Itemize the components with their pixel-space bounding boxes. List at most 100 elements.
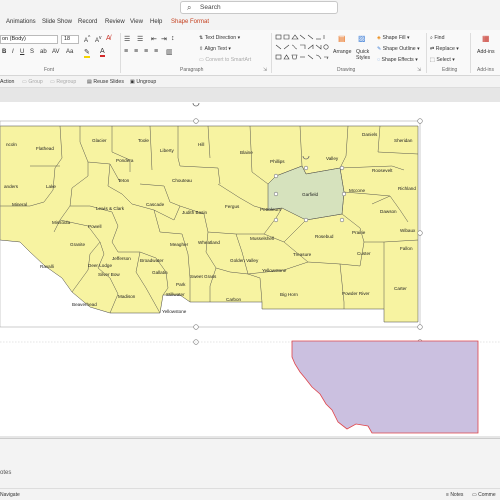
group-label-drawing: Drawing <box>337 67 356 73</box>
decrease-indent-icon[interactable]: ⇤ <box>151 35 157 43</box>
shapes-gallery[interactable] <box>274 33 332 65</box>
county-label: Blaine <box>240 150 253 155</box>
county-label: Garfield <box>302 192 319 197</box>
tab-animations[interactable]: Animations <box>6 19 36 25</box>
group-label-editing: Editing <box>442 67 458 73</box>
county-label: Silver Bow <box>98 272 120 277</box>
columns-icon[interactable]: ▥ <box>166 48 173 56</box>
group-label-paragraph: Paragraph <box>180 67 204 73</box>
county-label: Rosebud <box>315 234 334 239</box>
slide-canvas: .c{stroke:#444;stroke-width:0.5;} <box>0 88 500 438</box>
font-size-box[interactable]: 18 <box>61 35 79 44</box>
tab-shape-format[interactable]: Shape Format <box>171 19 209 25</box>
clear-format-icon[interactable]: A̸ <box>106 35 111 42</box>
county-label: Cascade <box>146 202 165 207</box>
select-button[interactable]: ⬚ Select ▾ <box>430 57 455 63</box>
county-label: Broadwater <box>140 258 164 263</box>
line-spacing-icon[interactable]: ↕ <box>171 35 175 42</box>
align-text-button[interactable]: ⇳ Align Text ▾ <box>199 46 231 52</box>
increase-indent-icon[interactable]: ⇥ <box>161 35 167 43</box>
shape-outline-label: Shape Outline <box>382 46 416 52</box>
county-label: Pondera <box>116 158 134 163</box>
bullets-icon[interactable]: ☰ <box>124 35 130 43</box>
replace-label: Replace <box>435 46 455 52</box>
quick-styles-icon: ▨ <box>358 34 366 43</box>
find-button[interactable]: ⌕ Find <box>430 35 444 42</box>
county-label: Chouteau <box>172 178 192 183</box>
comments-button-label: Comme <box>478 492 496 498</box>
county-label: Jefferson <box>112 256 131 261</box>
divider <box>426 33 427 73</box>
regroup-button[interactable]: ▭ Regroup <box>50 79 76 85</box>
align-left-icon[interactable]: ≡ <box>124 48 128 55</box>
county-label: Golden Valley <box>230 258 259 263</box>
montana-map[interactable]: .c{stroke:#444;stroke-width:0.5;} ncolnF… <box>0 102 500 436</box>
county-label: Flathead <box>36 146 54 151</box>
county-label: Hill <box>198 142 204 147</box>
reuse-slides-button[interactable]: ▤ Reuse Slides <box>87 79 124 85</box>
slide[interactable]: .c{stroke:#444;stroke-width:0.5;} <box>0 102 500 436</box>
bold-icon[interactable]: B <box>2 49 6 55</box>
find-label: Find <box>434 35 445 41</box>
notes-pane[interactable]: otes <box>0 438 500 488</box>
notes-button-label: Notes <box>450 492 464 498</box>
tab-review[interactable]: Review <box>105 19 125 25</box>
tab-help[interactable]: Help <box>150 19 162 25</box>
tab-slide-show[interactable]: Slide Show <box>42 19 72 25</box>
italic-icon[interactable]: I <box>12 49 14 55</box>
tab-record[interactable]: Record <box>78 19 97 25</box>
comments-button[interactable]: ▭ Comme <box>472 492 496 498</box>
font-color-icon[interactable]: A <box>100 48 105 57</box>
paragraph-launcher-icon[interactable]: ⇲ <box>263 67 267 73</box>
county-label: Treasure <box>293 252 312 257</box>
shape-effects-button[interactable]: ◌ Shape Effects ▾ <box>377 57 418 63</box>
align-center-icon[interactable]: ≡ <box>134 48 138 55</box>
county-label: Gallatin <box>152 270 168 275</box>
align-right-icon[interactable]: ≡ <box>144 48 148 55</box>
strikethrough-icon[interactable]: S <box>30 49 34 55</box>
shape-outline-button[interactable]: ✎ Shape Outline ▾ <box>377 46 420 52</box>
group-label-font: Font <box>44 67 55 73</box>
pasted-county-shape[interactable] <box>291 340 479 434</box>
font-name-box[interactable]: on (Body) <box>0 35 58 44</box>
convert-smartart-button[interactable]: ▭ Convert to SmartArt <box>199 57 251 63</box>
county-label: Carter <box>394 286 407 291</box>
county-label: Park <box>176 282 186 287</box>
underline-icon[interactable]: U <box>20 49 24 55</box>
shrink-font-icon[interactable]: Av <box>95 35 102 44</box>
county-label: Beaverhead <box>72 302 97 307</box>
spacing-icon[interactable]: AV <box>52 49 60 55</box>
county-label: Roosevelt <box>372 168 393 173</box>
replace-button[interactable]: ⇄ Replace ▾ <box>430 46 459 52</box>
navigate-label[interactable]: Navigate <box>0 492 20 498</box>
county-label: anders <box>4 184 19 189</box>
county-label: Richland <box>398 186 416 191</box>
group-button[interactable]: ▭ Group <box>22 79 43 85</box>
shape-fill-button[interactable]: ◈ Shape Fill ▾ <box>377 35 410 41</box>
quick-styles-button[interactable]: Quick Styles <box>356 49 376 61</box>
numbering-icon[interactable]: ☰ <box>137 35 143 43</box>
county-label: Wibaux <box>400 228 416 233</box>
action-button[interactable]: Action <box>0 79 14 85</box>
group-label-addins: Add-ins <box>477 67 494 73</box>
addins-button[interactable]: Add-ins <box>477 49 495 55</box>
grow-font-icon[interactable]: A^ <box>84 35 90 44</box>
tab-view[interactable]: View <box>130 19 143 25</box>
notes-button[interactable]: ≡ Notes <box>446 492 463 498</box>
county-label: Petroleum <box>260 207 281 212</box>
arrange-button[interactable]: Arrange <box>333 49 351 55</box>
divider <box>120 33 121 73</box>
drawing-launcher-icon[interactable]: ⇲ <box>417 67 421 73</box>
rotate-handle-icon[interactable] <box>192 102 200 107</box>
shape-fill-label: Shape Fill <box>382 35 406 41</box>
text-direction-button[interactable]: ⇅ Text Direction ▾ <box>199 35 240 41</box>
county-label: Musselshell <box>250 236 274 241</box>
highlight-icon[interactable]: ✎ <box>84 48 90 58</box>
justify-icon[interactable]: ≡ <box>154 48 158 55</box>
county-label: Custer <box>357 251 371 256</box>
addins-icon: ▦ <box>482 34 490 43</box>
shadow-icon[interactable]: ab <box>40 49 47 55</box>
ungroup-button[interactable]: ▣ Ungroup <box>130 79 156 85</box>
change-case-icon[interactable]: Aa <box>66 49 73 55</box>
search-box[interactable]: ⌕ Search <box>180 1 338 14</box>
